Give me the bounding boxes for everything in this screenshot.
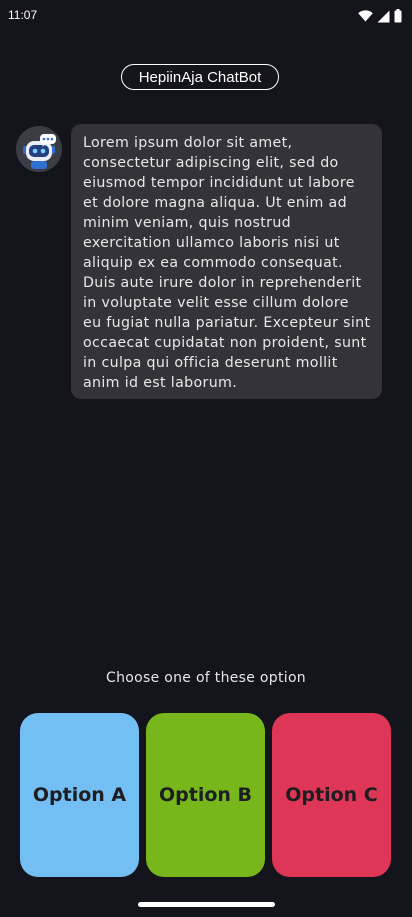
status-bar: 11:07: [0, 0, 412, 32]
option-c-button[interactable]: Option C: [272, 713, 391, 877]
bot-message-bubble: Lorem ipsum dolor sit amet, consectetur …: [71, 124, 382, 399]
options-prompt: Choose one of these option: [106, 670, 306, 686]
wifi-icon: [358, 10, 373, 22]
robot-icon: [16, 126, 62, 172]
status-icons: [358, 9, 402, 23]
chatbot-title: HepiinAja ChatBot: [121, 64, 279, 90]
home-indicator[interactable]: [138, 902, 275, 907]
status-time: 11:07: [8, 8, 38, 22]
option-a-button[interactable]: Option A: [20, 713, 139, 877]
option-b-button[interactable]: Option B: [146, 713, 265, 877]
battery-icon: [394, 9, 402, 23]
signal-icon: [377, 10, 390, 23]
